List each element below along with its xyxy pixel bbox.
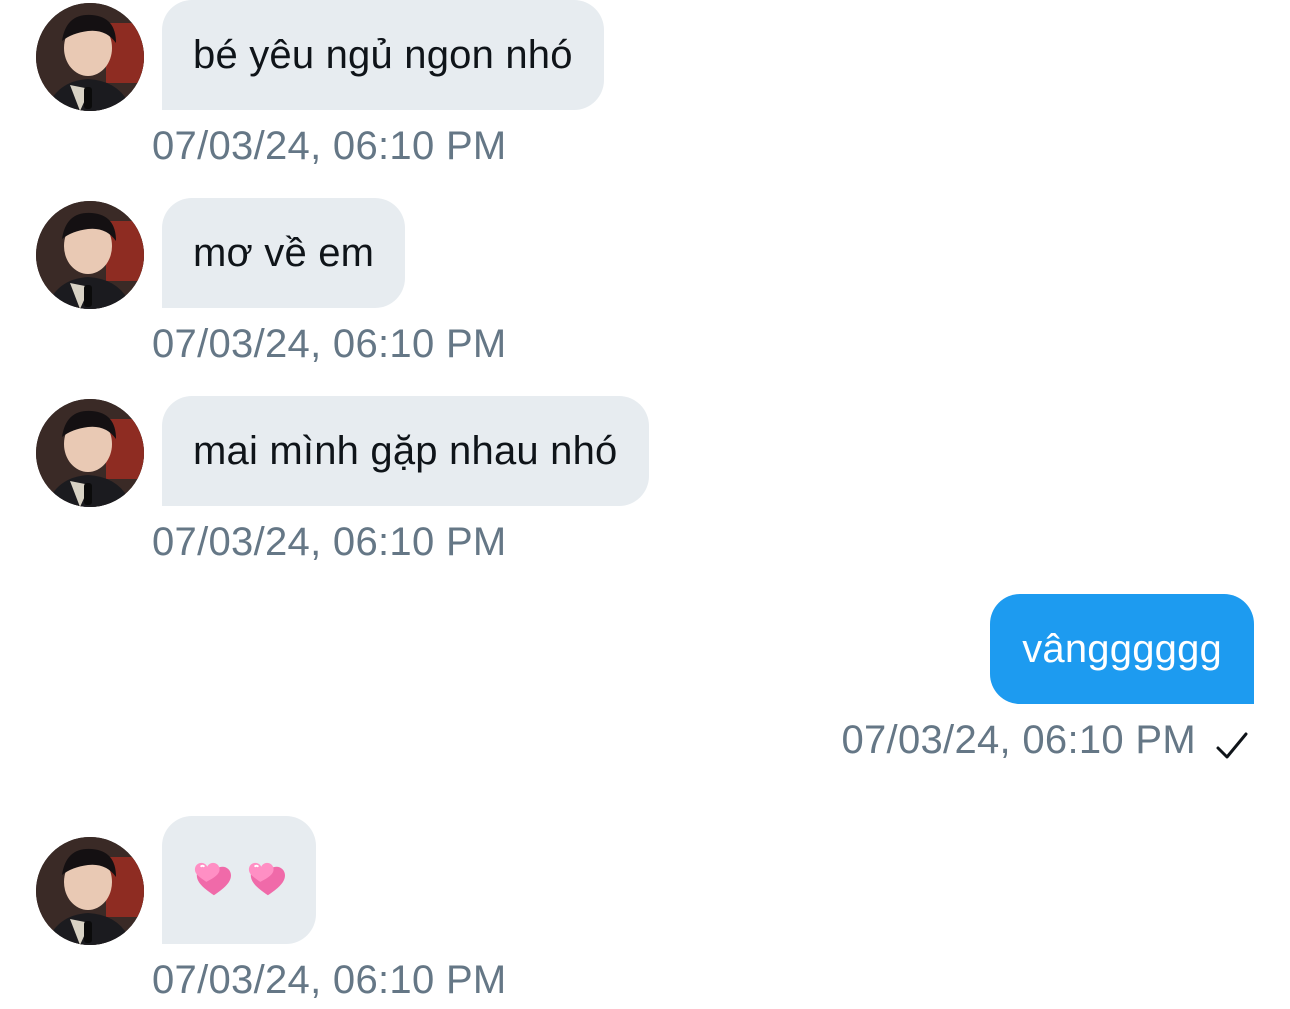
- hearts-group: [193, 861, 285, 899]
- message-bubble[interactable]: mai mình gặp nhau nhó: [162, 396, 649, 506]
- message-timestamp: 07/03/24, 06:10 PM: [152, 124, 507, 168]
- two-hearts-icon: [247, 861, 285, 899]
- avatar[interactable]: [36, 3, 144, 111]
- avatar-image: [36, 837, 144, 945]
- message-timestamp: 07/03/24, 06:10 PM: [152, 520, 507, 564]
- message-text: mơ về em: [193, 230, 375, 275]
- message-bubble[interactable]: 💞 💞: [162, 816, 316, 944]
- message-text: mai mình gặp nhau nhó: [193, 428, 618, 473]
- message-bubble[interactable]: bé yêu ngủ ngon nhó: [162, 0, 604, 110]
- avatar[interactable]: [36, 399, 144, 507]
- message-timestamp: 07/03/24, 06:10 PM: [152, 322, 507, 366]
- avatar[interactable]: [36, 837, 144, 945]
- message-bubble[interactable]: mơ về em: [162, 198, 406, 308]
- message-timestamp: 07/03/24, 06:10 PM: [841, 718, 1196, 762]
- message-text: vângggggg: [1022, 626, 1222, 671]
- checkmark-icon: [1212, 726, 1252, 766]
- avatar-image: [36, 399, 144, 507]
- avatar-image: [36, 201, 144, 309]
- avatar[interactable]: [36, 201, 144, 309]
- avatar-image: [36, 3, 144, 111]
- two-hearts-icon: [193, 861, 231, 899]
- message-timestamp: 07/03/24, 06:10 PM: [152, 958, 507, 1002]
- message-text: bé yêu ngủ ngon nhó: [193, 32, 573, 77]
- message-bubble[interactable]: vângggggg: [990, 594, 1254, 704]
